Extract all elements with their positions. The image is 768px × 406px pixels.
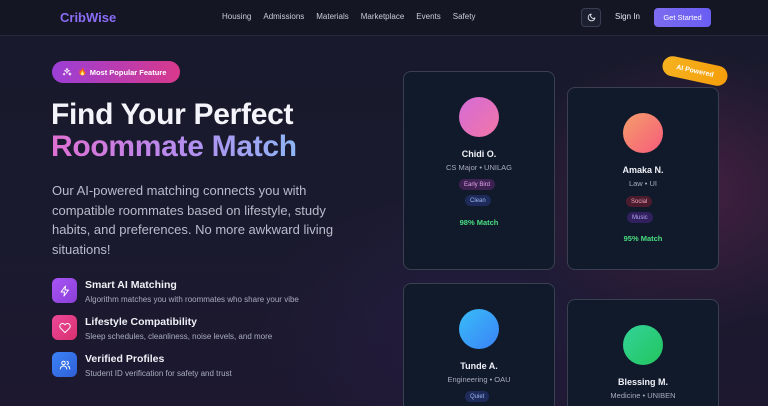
theme-toggle-button[interactable]	[581, 8, 601, 27]
avatar	[623, 325, 663, 365]
feature-title: Verified Profiles	[85, 353, 165, 365]
card-detail: Engineering • OAU	[447, 375, 511, 384]
nav-link-materials[interactable]: Materials	[316, 12, 348, 21]
hero-title-line2: Roommate Match	[51, 130, 297, 163]
avatar	[459, 97, 499, 137]
nav-link-events[interactable]: Events	[416, 12, 440, 21]
nav-link-housing[interactable]: Housing	[222, 12, 251, 21]
feature-title: Smart AI Matching	[85, 279, 177, 291]
feature-subtitle: Sleep schedules, cleanliness, noise leve…	[85, 332, 273, 341]
card-name: Blessing M.	[617, 377, 668, 387]
match-percentage: 95% Match	[623, 234, 663, 243]
nav-links: Housing Admissions Materials Marketplace…	[222, 12, 487, 21]
match-percentage: 98% Match	[459, 218, 499, 227]
card-detail: CS Major • UNILAG	[446, 163, 512, 172]
hero-title-line1: Find Your Perfect	[51, 98, 294, 131]
card-name: Amaka N.	[622, 165, 664, 175]
get-started-button[interactable]: Get Started	[654, 8, 711, 27]
card-detail: Law • UI	[628, 179, 658, 188]
badge-label: Most Popular Feature	[89, 67, 167, 77]
nav-link-admissions[interactable]: Admissions	[263, 12, 304, 21]
feature-subtitle: Student ID verification for safety and t…	[85, 369, 232, 378]
tag-early-bird: Early Bird	[459, 179, 496, 190]
feature-title: Lifestyle Compatibility	[85, 316, 198, 328]
feature-verified: Verified Profiles Student ID verificatio…	[52, 352, 232, 378]
feature-subtitle: Algorithm matches you with roommates who…	[85, 295, 299, 304]
feature-lifestyle: Lifestyle Compatibility Sleep schedules,…	[52, 315, 272, 341]
card-name: Tunde A.	[460, 361, 498, 371]
fire-icon: 🔥	[78, 69, 87, 76]
heart-icon	[52, 315, 77, 340]
nav-link-marketplace[interactable]: Marketplace	[361, 12, 405, 21]
feature-smart-ai: Smart AI Matching Algorithm matches you …	[52, 278, 299, 304]
tag-music: Music	[627, 212, 653, 223]
sparkles-icon	[62, 67, 72, 76]
top-navbar: CribWise Housing Admissions Materials Ma…	[0, 0, 768, 36]
avatar	[623, 113, 663, 153]
tag-clean: Clean	[465, 195, 491, 206]
moon-icon	[587, 13, 595, 22]
tag-social: Social	[626, 196, 653, 207]
roommate-card-chidi[interactable]: Chidi O. CS Major • UNILAG Early Bird Cl…	[403, 71, 555, 270]
nav-link-safety[interactable]: Safety	[453, 12, 476, 21]
roommate-card-blessing[interactable]: Blessing M. Medicine • UNIBEN	[567, 299, 719, 406]
roommate-card-tunde[interactable]: Tunde A. Engineering • OAU Quiet	[403, 283, 555, 406]
hero-description: Our AI-powered matching connects you wit…	[52, 183, 334, 257]
users-icon	[52, 352, 77, 377]
sign-in-button[interactable]: Sign In	[615, 12, 640, 21]
roommate-card-amaka[interactable]: Amaka N. Law • UI Social Music 95% Match	[567, 87, 719, 270]
tag-quiet: Quiet	[465, 391, 490, 402]
logo[interactable]: CribWise	[60, 10, 116, 25]
card-name: Chidi O.	[461, 149, 497, 159]
lightning-icon	[52, 278, 77, 303]
popular-feature-badge: 🔥 Most Popular Feature	[52, 61, 180, 83]
avatar	[459, 309, 499, 349]
card-detail: Medicine • UNIBEN	[610, 391, 676, 400]
